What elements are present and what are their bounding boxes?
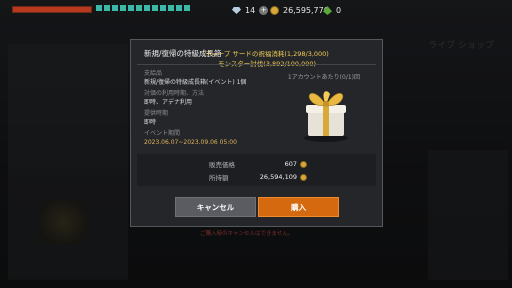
- period-label: イベント期間: [144, 130, 181, 137]
- buff-icon: [152, 5, 158, 11]
- buff-icon: [176, 5, 182, 11]
- buff-icon: [120, 5, 126, 11]
- item-value: 新規/復帰の特級成長箱(イベント) 1個: [144, 78, 247, 86]
- purchase-dialog: 新規/復帰の特級成長箱 ディープ サードの祝福消耗(1,298/3,000) モ…: [130, 39, 383, 227]
- price-label: 販売価格: [209, 161, 235, 169]
- divider: [137, 64, 376, 65]
- price-value: 607: [284, 160, 297, 168]
- gold-currency: 26,595,770: [270, 6, 329, 15]
- buff-icon: [128, 5, 134, 11]
- buff-icon: [160, 5, 166, 11]
- usage-value: 即時、アデナ利用: [144, 98, 193, 106]
- timing-value: 即時: [144, 118, 157, 126]
- price-row: 販売価格 607: [209, 159, 307, 169]
- warning-text: ご購入時のキャンセルはできません。: [200, 231, 294, 237]
- mission-line-1: ディープ サードの祝福消耗(1,298/3,000): [205, 50, 329, 58]
- gold-count: 26,595,770: [283, 6, 329, 15]
- item-label: 支給品: [144, 70, 163, 77]
- coin-icon: [270, 6, 279, 15]
- add-gem-icon[interactable]: +: [259, 6, 269, 15]
- buff-icon: [184, 5, 190, 11]
- owned-value: 26,594,109: [259, 173, 297, 181]
- usage-label: 対価の利用時期、方法: [144, 90, 205, 97]
- buff-icon: [112, 5, 118, 11]
- cancel-button[interactable]: キャンセル: [175, 197, 256, 217]
- buff-icon: [136, 5, 142, 11]
- buff-icons: [96, 5, 192, 11]
- owned-row: 所持額 26,594,109: [209, 172, 307, 182]
- buff-icon: [144, 5, 150, 11]
- coin-icon: [300, 160, 307, 168]
- timing-label: 提供時期: [144, 110, 169, 117]
- gift-box-icon: [304, 91, 348, 142]
- gem-currency: 14 +: [232, 6, 269, 15]
- buff-icon: [96, 5, 102, 11]
- mission-progress: ディープ サードの祝福消耗(1,298/3,000) モンスター討伐(3,892…: [197, 49, 337, 69]
- period-value: 2023.06.07~2023.09.06 05:00: [144, 138, 237, 146]
- buff-icon: [168, 5, 174, 11]
- hp-bar: [12, 6, 92, 13]
- item-info: 支給品 新規/復帰の特級成長箱(イベント) 1個 対価の利用時期、方法 即時、ア…: [144, 70, 246, 150]
- price-section: 販売価格 607 所持額 26,594,109: [137, 154, 376, 186]
- gem-icon: [232, 7, 241, 14]
- coin-icon: [300, 173, 307, 181]
- leaf-icon: [323, 6, 332, 15]
- leaf-currency: 0: [323, 6, 341, 15]
- gem-count: 14: [245, 6, 256, 15]
- buff-icon: [104, 5, 110, 11]
- owned-label: 所持額: [209, 174, 229, 182]
- buy-button[interactable]: 購入: [258, 197, 339, 217]
- leaf-count: 0: [336, 6, 342, 15]
